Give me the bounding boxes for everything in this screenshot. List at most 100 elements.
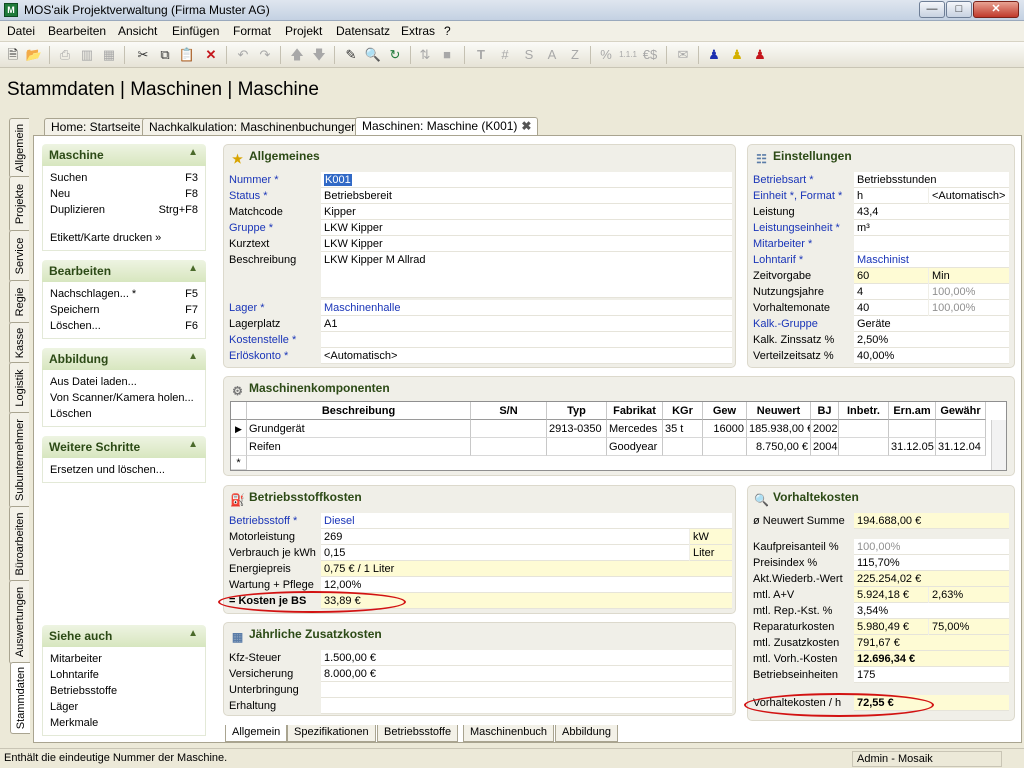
action-suchen[interactable]: Suchen F3 [50,170,198,186]
sidebar-section-header[interactable]: Siehe auch ▲ [42,625,206,647]
number-format-icon[interactable]: # [496,46,514,64]
close-tab-icon[interactable]: ✖ [521,119,531,133]
row-selector[interactable]: ▶ [231,420,247,438]
zusatz-value[interactable]: 1.500,00 € [321,650,732,666]
settings-value[interactable]: 40,00% [854,348,1009,364]
zoom-format-icon[interactable]: Z [566,46,584,64]
field-label[interactable]: Betriebsart * [753,172,814,188]
btab-maschinenbuch[interactable]: Maschinenbuch [463,725,555,742]
menu-projekt[interactable]: Projekt [285,24,322,38]
zusatz-value[interactable]: 8.000,00 € [321,666,732,682]
field-label[interactable]: Kostenstelle * [229,332,296,348]
maximize-button[interactable]: □ [946,1,972,18]
grid-cell[interactable]: 8.750,00 € [747,438,811,456]
grid-cell[interactable] [839,420,889,438]
settings-value[interactable]: 60 [854,268,928,284]
field-label[interactable]: Erlöskonto * [229,348,288,364]
field-label[interactable]: Leistungseinheit * [753,220,840,236]
sum-format-icon[interactable]: S [520,46,538,64]
vtab-bueroarbeiten[interactable]: Büroarbeiten [9,506,29,582]
grid-header-cell[interactable]: BJ [811,402,839,420]
move-down-icon[interactable]: 🡇 [310,46,328,64]
grid-cell[interactable]: Goodyear [607,438,663,456]
field-label[interactable]: Einheit *, Format * [753,188,842,204]
grid-cell[interactable]: 2002 [811,420,839,438]
menu-extras[interactable]: Extras [401,24,435,38]
align-format-icon[interactable]: A [543,46,561,64]
link-merkmale[interactable]: Merkmale [50,715,198,731]
grid-cell[interactable] [936,420,986,438]
sidebar-section-header[interactable]: Abbildung ▲ [42,348,206,370]
grid-cell[interactable]: 35 t [663,420,703,438]
collapse-icon[interactable]: ▲ [188,351,198,362]
grid-cell[interactable]: Mercedes [607,420,663,438]
delete-icon[interactable]: ✕ [202,46,220,64]
grid-header-cell[interactable]: Ern.am [889,402,936,420]
grid-header-cell[interactable]: Fabrikat [607,402,663,420]
export-icon[interactable]: ▦ [100,46,118,64]
menu-ansicht[interactable]: Ansicht [118,24,157,38]
print-icon[interactable]: ⎙ [56,46,74,64]
betriebsstoff-value[interactable]: 0,15 [321,545,689,561]
sidebar-section-header[interactable]: Bearbeiten ▲ [42,260,206,282]
settings-value[interactable]: 43,4 [854,204,1009,220]
settings-value-2[interactable]: 100,00% [929,284,1009,300]
field-label[interactable]: Kalk.-Gruppe [753,316,818,332]
settings-value-2[interactable]: Min [929,268,1009,284]
grid-cell[interactable]: 2004 [811,438,839,456]
vtab-allgemein[interactable]: Allgemein [9,118,29,178]
settings-value-2[interactable]: <Automatisch> [929,188,1009,204]
action-nachschlagen[interactable]: Nachschlagen... * F5 [50,286,198,302]
sidebar-section-header[interactable]: Maschine ▲ [42,144,206,166]
grid-header-cell[interactable]: Typ [547,402,607,420]
filter-icon[interactable]: ■ [438,46,456,64]
btab-abbildung[interactable]: Abbildung [555,725,618,742]
field-label[interactable]: Nummer * [229,172,279,188]
grid-cell[interactable] [703,438,747,456]
close-window-button[interactable]: ✕ [973,1,1019,18]
user-red-icon[interactable]: ♟ [751,46,769,64]
paste-icon[interactable]: 📋 [178,46,196,64]
vtab-projekte[interactable]: Projekte [9,176,29,232]
mail-icon[interactable]: ✉ [674,46,692,64]
gruppe-field[interactable]: LKW Kipper [321,220,732,236]
tab-home[interactable]: Home: Startseite [44,118,148,136]
collapse-icon[interactable]: ▲ [188,439,198,450]
vtab-stammdaten[interactable]: Stammdaten [10,662,30,734]
action-neu[interactable]: Neu F8 [50,186,198,202]
field-label[interactable]: Betriebsstoff * [229,513,297,529]
kostenstelle-field[interactable] [321,332,732,348]
grid-cell[interactable] [839,438,889,456]
betriebsstoff-value[interactable]: Diesel [321,513,732,529]
user-yellow-icon[interactable]: ♟ [728,46,746,64]
components-grid[interactable]: Beschreibung S/N Typ Fabrikat KGr Gew Neuwert B… [230,401,1007,471]
action-bild-loeschen[interactable]: Löschen [50,406,198,422]
print-preview-icon[interactable]: ▥ [78,46,96,64]
user-blue-icon[interactable]: ♟ [705,46,723,64]
percent-icon[interactable]: % [597,46,615,64]
collapse-icon[interactable]: ▲ [188,263,198,274]
settings-value[interactable]: 2,50% [854,332,1009,348]
search-icon[interactable]: 🔍 [364,46,382,64]
grid-cell[interactable] [471,438,547,456]
grid-header-cell[interactable]: Beschreibung [247,402,471,420]
settings-value[interactable]: h [854,188,928,204]
grid-cell[interactable]: 185.938,00 € [747,420,811,438]
sidebar-section-header[interactable]: Weitere Schritte ▲ [42,436,206,458]
field-label[interactable]: Gruppe * [229,220,273,236]
settings-value[interactable]: 4 [854,284,928,300]
btab-allgemein[interactable]: Allgemein [225,725,288,742]
grid-cell[interactable] [547,438,607,456]
grid-cell[interactable]: 2913-0350 [547,420,607,438]
grid-cell[interactable] [663,438,703,456]
field-label[interactable]: Status * [229,188,268,204]
grid-scrollbar[interactable] [991,420,1006,470]
grid-header-cell[interactable]: Neuwert [747,402,811,420]
zusatz-value[interactable] [321,698,732,714]
action-aus-datei[interactable]: Aus Datei laden... [50,374,198,390]
tab-nachkalkulation[interactable]: Nachkalkulation: Maschinenbuchungen✖ [142,118,379,136]
field-label[interactable]: Mitarbeiter * [753,236,812,252]
grid-cell[interactable]: Reifen [247,438,471,456]
vtab-service[interactable]: Service [9,230,29,282]
sort-icon[interactable]: ⇅ [416,46,434,64]
